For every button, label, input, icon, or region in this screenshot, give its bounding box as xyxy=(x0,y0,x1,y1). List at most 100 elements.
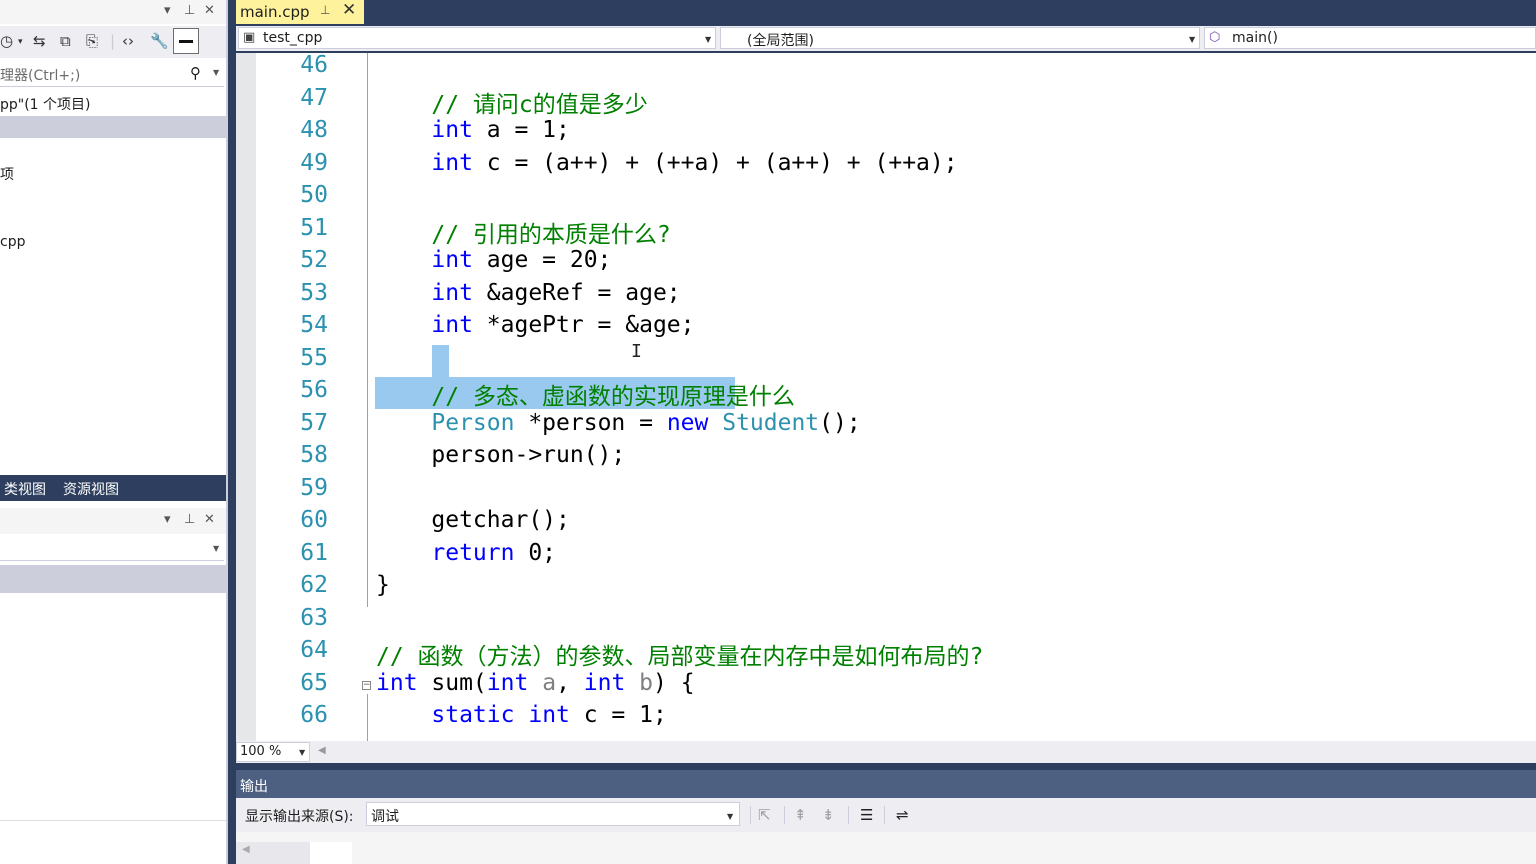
zoom-chevron-icon[interactable]: ▼ xyxy=(299,748,305,757)
code-line[interactable]: 51 // 引用的本质是什么? xyxy=(236,215,1536,249)
code-line[interactable]: 59 xyxy=(236,475,1536,507)
preview-toggle-button[interactable] xyxy=(173,28,199,54)
output-panel: 输出 显示输出来源(S): 调试 ▼ ⇱ ⇞ ⇟ ☰ ⇌ ◀ xyxy=(236,770,1536,864)
code-line[interactable]: 54 int *agePtr = &age; xyxy=(236,312,1536,344)
code-line[interactable]: 66 static int c = 1; xyxy=(236,702,1536,734)
toggle-word-wrap-icon[interactable]: ⇌ xyxy=(896,806,909,824)
panel2-dropdown-icon[interactable]: ▾ xyxy=(164,512,171,527)
tree-item-cpp-file[interactable]: cpp xyxy=(0,234,25,250)
go-to-next-message-icon[interactable]: ⇟ xyxy=(822,806,835,824)
code-line[interactable]: 63 xyxy=(236,605,1536,637)
line-number: 59 xyxy=(300,474,328,501)
solution-explorer-toolbar: ◷ ▾ ⇆ ⧉ ⎘ | ‹› 🔧 xyxy=(0,26,228,58)
panel-dropdown-icon[interactable]: ▾ xyxy=(164,3,171,18)
search-options-chevron-icon[interactable]: ▼ xyxy=(213,68,219,77)
line-number: 58 xyxy=(300,442,328,468)
code-line[interactable]: 57 Person *person = new Student(); xyxy=(236,410,1536,442)
output-title: 输出 xyxy=(240,779,268,795)
code-token: &ageRef = age; xyxy=(472,279,681,306)
code-token: } xyxy=(376,572,390,598)
scope-combo[interactable]: (全局范围) ▼ xyxy=(720,27,1200,49)
scope-combo-value: (全局范围) xyxy=(747,33,814,49)
code-line[interactable]: 52 int age = 20; xyxy=(236,247,1536,279)
code-line[interactable]: 61 return 0; xyxy=(236,540,1536,572)
toolbar-separator-icon: | xyxy=(110,32,116,50)
tree-selection-row[interactable] xyxy=(0,116,226,138)
comment-token: // 请问c的值是多少 xyxy=(431,91,648,118)
panel-close-icon[interactable]: ✕ xyxy=(204,3,215,18)
keyword-token: int xyxy=(431,117,473,143)
panel-pin-icon[interactable]: ⊥ xyxy=(184,3,195,18)
class-view-selection-row[interactable] xyxy=(0,565,226,593)
scope-chevron-icon[interactable]: ▼ xyxy=(1189,35,1195,44)
code-line[interactable]: 58 person->run(); xyxy=(236,442,1536,474)
class-view-chevron-icon[interactable]: ▼ xyxy=(213,544,219,553)
line-number: 49 xyxy=(300,149,328,176)
code-line[interactable]: 53 int &ageRef = age; xyxy=(236,280,1536,312)
preview-bar-icon xyxy=(179,40,193,43)
project-combo[interactable]: ▣ test_cpp ▼ xyxy=(238,27,716,49)
panel2-close-icon[interactable]: ✕ xyxy=(204,512,215,527)
code-line[interactable]: 46 xyxy=(236,53,1536,84)
class-view-combo[interactable]: ▼ xyxy=(0,538,224,561)
zoom-combo[interactable]: 100 % ▼ xyxy=(236,742,310,762)
code-line[interactable]: 47 // 请问c的值是多少 xyxy=(236,85,1536,119)
parameter-token: a xyxy=(542,669,557,696)
output-text-area[interactable]: ◀ xyxy=(236,832,1536,864)
tab-resource-view[interactable]: 资源视图 xyxy=(63,479,119,499)
sync-icon[interactable]: ⇆ xyxy=(33,32,46,50)
output-source-select[interactable]: 调试 ▼ xyxy=(366,802,740,826)
tree-item-project-node[interactable]: 项 xyxy=(0,164,14,184)
code-text: int sum(int a, int b) { xyxy=(376,670,695,696)
code-line[interactable]: 56 // 多态、虚函数的实现原理是什么 xyxy=(236,377,1536,410)
line-number: 62 xyxy=(300,572,328,598)
history-dropdown-icon[interactable]: ▾ xyxy=(18,37,23,47)
project-chevron-icon[interactable]: ▼ xyxy=(705,35,711,44)
code-text: getchar(); xyxy=(376,507,570,533)
code-line[interactable]: 48 int a = 1; xyxy=(236,117,1536,149)
code-text: int &ageRef = age; xyxy=(376,279,681,306)
view-code-icon[interactable]: ‹› xyxy=(122,32,134,50)
collapse-all-icon[interactable]: ⧉ xyxy=(60,32,71,50)
line-number: 46 xyxy=(300,53,328,78)
line-number: 60 xyxy=(300,507,328,533)
tab-pin-icon[interactable]: ⊥ xyxy=(320,3,330,17)
output-source-value: 调试 xyxy=(371,809,399,825)
line-number: 53 xyxy=(300,279,328,306)
search-icon[interactable]: ⚲ xyxy=(190,64,201,82)
code-text: int c = (a++) + (++a) + (a++) + (++a); xyxy=(376,150,957,176)
go-to-previous-message-icon[interactable]: ⇞ xyxy=(794,806,807,824)
show-all-files-icon[interactable]: ⎘ xyxy=(86,32,98,50)
code-token: getchar(); xyxy=(376,507,570,533)
solution-search-input[interactable]: 理器(Ctrl+;) ⚲ ▼ xyxy=(0,62,224,87)
code-line[interactable]: 55 xyxy=(236,345,1536,377)
tree-item-solution[interactable]: pp"(1 个项目) xyxy=(0,94,91,114)
find-message-in-code-icon[interactable]: ⇱ xyxy=(758,806,771,824)
clear-all-icon[interactable]: ☰ xyxy=(860,806,873,824)
code-line[interactable]: 49 int c = (a++) + (++a) + (a++) + (++a)… xyxy=(236,150,1536,182)
code-line[interactable]: 65 int sum(int a, int b) { xyxy=(236,670,1536,702)
scroll-left-arrow-icon[interactable]: ◀ xyxy=(318,745,326,756)
tab-main-cpp[interactable]: main.cpp ⊥ ✕ xyxy=(236,0,364,24)
code-text: // 引用的本质是什么? xyxy=(376,215,670,249)
code-line[interactable]: 50 xyxy=(236,182,1536,214)
tab-close-icon[interactable]: ✕ xyxy=(342,0,356,20)
member-combo[interactable]: ⬡ main() xyxy=(1204,27,1536,49)
output-scroll-left-icon[interactable]: ◀ xyxy=(242,844,250,855)
panel2-pin-icon[interactable]: ⊥ xyxy=(184,512,195,527)
history-icon[interactable]: ◷ xyxy=(0,32,13,50)
properties-wrench-icon[interactable]: 🔧 xyxy=(150,32,169,50)
line-number: 52 xyxy=(300,247,328,273)
line-number: 64 xyxy=(300,637,328,663)
code-line[interactable]: 62} xyxy=(236,572,1536,604)
tab-class-view[interactable]: 类视图 xyxy=(4,479,46,499)
code-line[interactable]: 64 // 函数（方法）的参数、局部变量在内存中是如何布局的? xyxy=(236,637,1536,670)
code-line[interactable]: 60 getchar(); xyxy=(236,507,1536,539)
code-editor[interactable]: − 46 47 // 请问c的值是多少 48 int a = 1; 49 int c … xyxy=(236,53,1536,741)
output-source-chevron-icon[interactable]: ▼ xyxy=(727,812,733,821)
output-hscroll-thumb[interactable] xyxy=(310,842,352,864)
code-token: person->run(); xyxy=(376,442,626,468)
code-text: // 请问c的值是多少 xyxy=(376,85,648,119)
